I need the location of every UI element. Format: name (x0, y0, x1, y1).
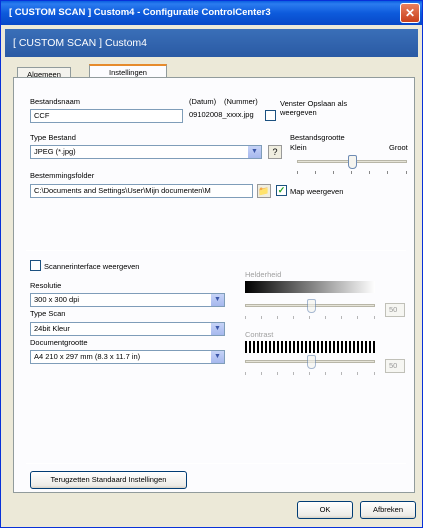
filesize-slider[interactable] (348, 155, 357, 169)
resolution-select[interactable]: 300 x 300 dpi ▼ (30, 293, 225, 307)
filesize-small-label: Klein (290, 143, 307, 152)
folder-input[interactable]: C:\Documents and Settings\User\Mijn docu… (30, 184, 253, 198)
save-window-label: Venster Opslaan als weergeven (280, 99, 348, 117)
brightness-label: Helderheid (245, 270, 282, 279)
ok-button[interactable]: OK (297, 501, 353, 519)
chevron-down-icon[interactable]: ▼ (211, 294, 224, 306)
docsize-select[interactable]: A4 210 x 297 mm (8.3 x 11.7 in) ▼ (30, 350, 225, 364)
docsize-value: A4 210 x 297 mm (8.3 x 11.7 in) (34, 352, 141, 361)
brightness-gradient (245, 281, 375, 293)
jpeg-settings-icon[interactable]: ? (268, 145, 282, 159)
reset-defaults-button[interactable]: Terugzetten Standaard Instellingen (30, 471, 187, 489)
divider (26, 463, 406, 464)
filename-label: Bestandsnaam (30, 97, 81, 106)
filesize-large-label: Groot (389, 143, 408, 152)
filetype-select[interactable]: JPEG (*.jpg) ▼ (30, 145, 262, 159)
close-icon[interactable]: ✕ (400, 3, 420, 23)
chevron-down-icon[interactable]: ▼ (248, 146, 261, 158)
filesize-label: Bestandsgrootte (290, 133, 345, 142)
config-window: [ CUSTOM SCAN ] Custom4 - Configuratie C… (0, 0, 423, 528)
contrast-ticks (245, 372, 375, 375)
brightness-slider[interactable] (307, 299, 316, 313)
scantype-label: Type Scan (30, 309, 66, 318)
contrast-pattern (245, 341, 375, 353)
browse-folder-icon[interactable]: 📁 (257, 184, 271, 198)
save-window-checkbox[interactable] (265, 110, 276, 121)
folder-label: Bestemmingsfolder (30, 171, 95, 180)
docsize-label: Documentgrootte (30, 338, 88, 347)
header-title: [ CUSTOM SCAN ] Custom4 (13, 37, 147, 49)
scantype-value: 24bit Kleur (34, 324, 70, 333)
scantype-select[interactable]: 24bit Kleur ▼ (30, 322, 225, 336)
date-label: (Datum) (189, 97, 217, 106)
scanner-interface-label: Scannerinterface weergeven (44, 262, 140, 271)
contrast-value[interactable]: 50 (385, 359, 405, 373)
settings-panel: Bestandsnaam CCF (Datum) (Nummer) 091020… (13, 77, 415, 493)
scanner-interface-checkbox[interactable] (30, 260, 41, 271)
chevron-down-icon[interactable]: ▼ (211, 323, 224, 335)
brightness-value[interactable]: 50 (385, 303, 405, 317)
number-label: (Nummer) (224, 97, 258, 106)
header-band: [ CUSTOM SCAN ] Custom4 (5, 29, 418, 57)
filename-input[interactable]: CCF (30, 109, 183, 123)
resolution-label: Resolutie (30, 281, 62, 290)
chevron-down-icon[interactable]: ▼ (211, 351, 224, 363)
resolution-value: 300 x 300 dpi (34, 295, 80, 304)
show-folder-label: Map weergeven (290, 187, 344, 196)
filesize-ticks (297, 171, 407, 174)
window-title: [ CUSTOM SCAN ] Custom4 - Configuratie C… (9, 7, 271, 18)
filename-example: 09102008_xxxx.jpg (189, 110, 254, 119)
brightness-ticks (245, 316, 375, 319)
title-bar: [ CUSTOM SCAN ] Custom4 - Configuratie C… (1, 1, 422, 25)
contrast-label: Contrast (245, 330, 274, 339)
cancel-button[interactable]: Afbreken (360, 501, 416, 519)
show-folder-checkbox[interactable]: ✓ (276, 185, 287, 196)
contrast-slider[interactable] (307, 355, 316, 369)
filetype-value: JPEG (*.jpg) (34, 147, 76, 156)
filetype-label: Type Bestand (30, 133, 76, 142)
divider (26, 250, 406, 251)
